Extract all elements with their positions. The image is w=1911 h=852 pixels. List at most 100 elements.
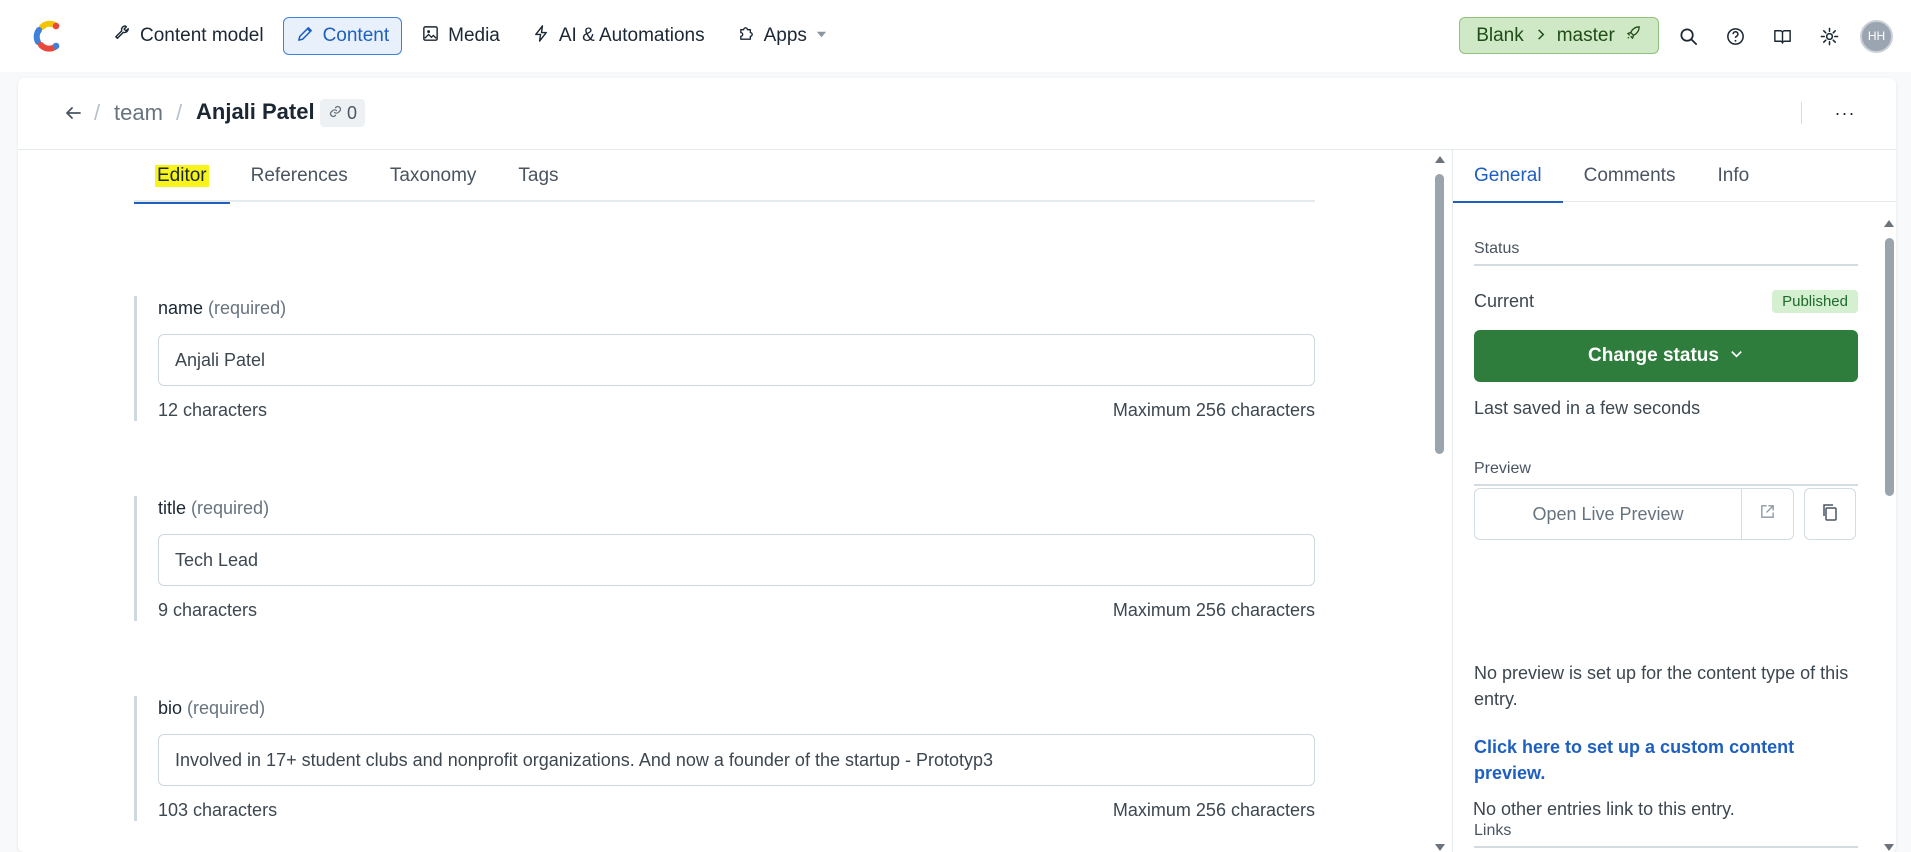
- external-link-button[interactable]: [1741, 489, 1793, 539]
- wrench-icon: [113, 24, 132, 49]
- chevron-right-icon: [1534, 25, 1547, 47]
- back-button[interactable]: [58, 100, 88, 130]
- copy-preview-button[interactable]: [1804, 488, 1856, 540]
- breadcrumb-parent[interactable]: team: [114, 100, 163, 126]
- image-icon: [421, 24, 440, 49]
- puzzle-icon: [737, 24, 756, 49]
- sidebar-tabs: General Comments Info: [1453, 150, 1896, 203]
- input-value: Anjali Patel: [175, 349, 266, 370]
- nav-content[interactable]: Content: [282, 17, 403, 55]
- sidebar-scrollbar-thumb[interactable]: [1885, 238, 1894, 496]
- breadcrumb-separator: /: [94, 100, 101, 125]
- tab-label: General: [1474, 165, 1542, 186]
- external-link-icon: [1759, 503, 1776, 525]
- tab-comments[interactable]: Comments: [1563, 150, 1697, 202]
- field-title-label: title: [158, 498, 187, 518]
- status-badge: Published: [1772, 290, 1858, 313]
- required-text: (required): [187, 698, 266, 718]
- field-label: bio (required): [158, 696, 1315, 720]
- preview-controls: Open Live Preview: [1474, 488, 1858, 540]
- book-icon[interactable]: [1766, 18, 1798, 54]
- max-length: Maximum 256 characters: [1112, 400, 1315, 420]
- scroll-down-icon[interactable]: [1435, 844, 1445, 851]
- field-name-label: name: [158, 298, 204, 318]
- rocket-icon: [1625, 24, 1642, 47]
- nav-label: Content model: [140, 25, 264, 46]
- editor-scrollbar-thumb[interactable]: [1435, 174, 1444, 454]
- entry-card: / team / Anjali Patel 0 ··· Editor Refer…: [18, 78, 1896, 852]
- max-length: Maximum 256 characters: [1112, 800, 1315, 820]
- link-icon: [328, 103, 343, 124]
- nav-label: Content: [322, 25, 390, 46]
- live-preview-group: Open Live Preview: [1474, 488, 1794, 540]
- nav-content-model[interactable]: Content model: [100, 17, 277, 55]
- breadcrumb-separator: /: [176, 100, 183, 125]
- preview-heading: Preview: [1474, 460, 1858, 486]
- entry-header: / team / Anjali Patel 0 ···: [18, 78, 1896, 150]
- environment-switcher[interactable]: Blank master: [1459, 17, 1659, 54]
- references-count: 0: [347, 102, 358, 123]
- field-title: title (required) Tech Lead 9 characters …: [134, 496, 1315, 621]
- environment-name: master: [1556, 24, 1615, 46]
- name-input[interactable]: Anjali Patel: [158, 334, 1315, 386]
- button-label: Change status: [1588, 345, 1719, 366]
- nav-ai-automations[interactable]: AI & Automations: [519, 17, 718, 55]
- required-text: (required): [191, 498, 270, 518]
- space-name: Blank: [1476, 24, 1524, 46]
- tab-tags[interactable]: Tags: [497, 150, 579, 202]
- nav-media[interactable]: Media: [408, 17, 513, 55]
- character-count: 12 characters: [158, 400, 268, 420]
- tab-taxonomy[interactable]: Taxonomy: [369, 150, 498, 202]
- nav-label: Apps: [763, 25, 807, 46]
- sidebar-scroll-down-icon[interactable]: [1884, 844, 1894, 851]
- contentful-logo-icon[interactable]: [30, 19, 64, 53]
- sidebar-scroll-up-icon[interactable]: [1884, 220, 1894, 227]
- tab-label: Editor: [155, 165, 209, 187]
- pen-icon: [296, 24, 315, 49]
- arrow-left-icon: [63, 103, 83, 128]
- editor-tabs: Editor References Taxonomy Tags: [134, 150, 1315, 204]
- search-icon[interactable]: [1672, 18, 1704, 54]
- nav-apps[interactable]: Apps: [724, 17, 841, 55]
- field-footer: 12 characters Maximum 256 characters: [158, 400, 1315, 421]
- setup-preview-link[interactable]: Click here to set up a custom content pr…: [1474, 734, 1858, 786]
- tab-references[interactable]: References: [230, 150, 369, 202]
- required-text: (required): [208, 298, 287, 318]
- references-badge[interactable]: 0: [320, 99, 366, 127]
- open-live-preview-button[interactable]: Open Live Preview: [1475, 489, 1741, 539]
- scroll-up-icon[interactable]: [1435, 156, 1445, 163]
- tab-label: Tags: [518, 165, 559, 186]
- tab-editor[interactable]: Editor: [134, 150, 230, 204]
- gear-icon[interactable]: [1813, 18, 1845, 54]
- avatar[interactable]: HH: [1860, 19, 1893, 53]
- change-status-button[interactable]: Change status: [1474, 330, 1858, 382]
- nav-label: Media: [448, 25, 500, 46]
- tab-general[interactable]: General: [1453, 150, 1563, 203]
- input-value: Involved in 17+ student clubs and nonpro…: [175, 749, 994, 770]
- page-title: Anjali Patel: [196, 99, 315, 124]
- tab-info[interactable]: Info: [1696, 150, 1770, 202]
- more-options-button[interactable]: ···: [1828, 98, 1862, 128]
- copy-icon: [1820, 502, 1840, 527]
- button-label: Open Live Preview: [1532, 503, 1684, 524]
- tab-label: Taxonomy: [389, 165, 477, 186]
- top-navigation: Content model Content Media AI & Automat…: [0, 0, 1911, 72]
- chevron-down-icon: [1729, 345, 1744, 367]
- tab-label: Info: [1717, 165, 1750, 186]
- field-footer: 103 characters Maximum 256 characters: [158, 800, 1315, 821]
- field-bio-label: bio: [158, 698, 183, 718]
- chevron-down-icon: [815, 25, 828, 47]
- title-input[interactable]: Tech Lead: [158, 534, 1315, 586]
- help-icon[interactable]: [1719, 18, 1751, 54]
- field-label: title (required): [158, 496, 1315, 520]
- ellipsis-icon: ···: [1834, 102, 1856, 123]
- field-footer: 9 characters Maximum 256 characters: [158, 600, 1315, 621]
- field-name: name (required) Anjali Patel 12 characte…: [134, 296, 1315, 421]
- entry-sidebar: General Comments Info Status Current Pub…: [1452, 150, 1896, 852]
- tab-label: Comments: [1583, 165, 1676, 186]
- bio-input[interactable]: Involved in 17+ student clubs and nonpro…: [158, 734, 1315, 786]
- field-label: name (required): [158, 296, 1315, 320]
- last-saved-text: Last saved in a few seconds: [1474, 398, 1701, 418]
- input-value: Tech Lead: [175, 549, 259, 570]
- main-nav: Content model Content Media AI & Automat…: [100, 17, 841, 55]
